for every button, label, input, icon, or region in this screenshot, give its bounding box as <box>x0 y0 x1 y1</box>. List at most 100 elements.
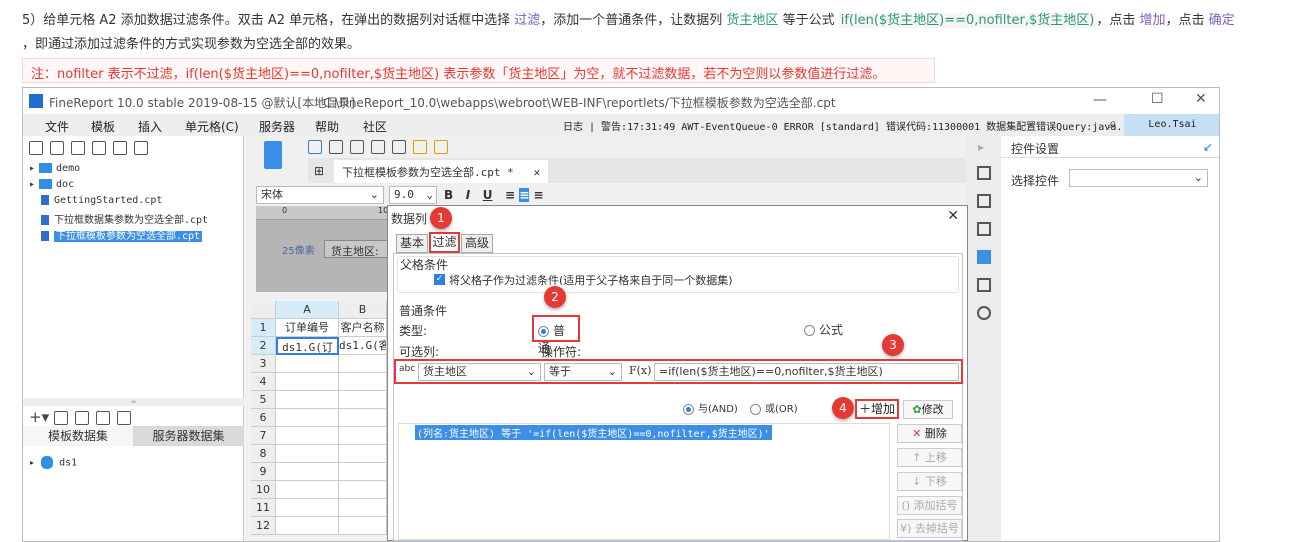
grid-cell[interactable] <box>339 463 387 481</box>
grid-cell[interactable] <box>276 481 339 499</box>
condition-item[interactable]: (列名:货主地区) 等于 '=if(len($货主地区)==0,nofilter… <box>415 425 772 440</box>
cut-icon[interactable] <box>371 139 385 154</box>
column-header[interactable]: B <box>339 301 387 319</box>
refresh-icon[interactable] <box>50 140 64 155</box>
grid-cell[interactable] <box>276 463 339 481</box>
format-painter-icon[interactable] <box>434 139 448 154</box>
dialog-close-button[interactable]: ✕ <box>947 208 959 224</box>
delete-button[interactable]: ✕ 删除 <box>897 424 962 443</box>
copy-icon[interactable] <box>134 140 148 155</box>
grid-cell[interactable] <box>339 391 387 409</box>
row-header[interactable]: 4 <box>251 373 276 391</box>
grid-cell[interactable] <box>339 427 387 445</box>
grid-cell[interactable] <box>339 409 387 427</box>
condition-attr-icon[interactable] <box>977 278 991 292</box>
show-icon[interactable] <box>71 140 85 155</box>
param-label-widget[interactable]: 货主地区: <box>324 240 396 258</box>
tab-advanced[interactable]: 高级 <box>461 234 493 253</box>
menu-file[interactable]: 文件 <box>45 118 69 135</box>
grid-cell[interactable] <box>276 391 339 409</box>
hyperlink-icon[interactable] <box>977 306 991 320</box>
type-common-radio[interactable]: 普通 <box>532 315 580 355</box>
row-header[interactable]: 3 <box>251 355 276 373</box>
grid-cell[interactable] <box>339 499 387 517</box>
tab-filter[interactable]: 过滤 <box>429 232 460 253</box>
operator-select[interactable]: 等于 ⌄ <box>544 363 622 381</box>
template-tab[interactable]: 下拉框模板参数为空选全部.cpt * ✕ <box>334 160 549 183</box>
font-family-select[interactable]: 宋体 ⌄ <box>256 186 384 204</box>
move-down-button[interactable]: ↓ 下移 <box>897 472 962 491</box>
tree-item-demo[interactable]: ▸ demo <box>29 163 80 174</box>
column-select[interactable]: 货主地区 ⌄ <box>418 363 541 381</box>
add-bracket-button[interactable]: () 添加括号 <box>897 496 962 515</box>
tab-basic[interactable]: 基本 <box>396 234 428 253</box>
formula-icon[interactable]: F(x) <box>629 364 651 377</box>
row-header[interactable]: 7 <box>251 427 276 445</box>
grid-cell[interactable] <box>276 445 339 463</box>
report-type-icon[interactable] <box>264 141 282 169</box>
grid-cell[interactable] <box>339 355 387 373</box>
bold-icon[interactable]: B <box>444 188 453 202</box>
grid-cell[interactable]: 订单编号 <box>276 319 339 337</box>
row-header[interactable]: 10 <box>251 481 276 499</box>
font-size-select[interactable]: 9.0 ⌄ <box>389 186 437 204</box>
grid-cell[interactable]: ds1.G(客 <box>339 337 387 355</box>
row-header[interactable]: 8 <box>251 445 276 463</box>
save-icon[interactable] <box>308 139 322 154</box>
parameter-design-area[interactable]: 0 100 25像素 货主地区: <box>256 206 396 292</box>
tree-item-dataset-template[interactable]: 下拉框数据集参数为空选全部.cpt <box>39 211 208 226</box>
close-button[interactable]: ✕ <box>1195 91 1207 107</box>
menu-template[interactable]: 模板 <box>91 118 115 135</box>
tree-item-getting-started[interactable]: GettingStarted.cpt <box>39 195 162 206</box>
add-button[interactable]: ＋增加 <box>855 399 899 419</box>
grid-cell[interactable]: 客户名称 <box>339 319 387 337</box>
menu-help[interactable]: 帮助 <box>315 118 339 135</box>
add-dataset-icon[interactable]: +▾ <box>29 408 49 426</box>
formula-input[interactable]: =if(len($货主地区)==0,nofilter,$货主地区) <box>654 363 959 381</box>
new-folder-icon[interactable] <box>29 140 43 155</box>
tab-template-datasets[interactable]: 模板数据集 <box>23 426 133 446</box>
grid-cell[interactable] <box>339 373 387 391</box>
row-header[interactable]: 1 <box>251 319 276 337</box>
tree-item-doc[interactable]: ▸ doc <box>29 179 74 190</box>
column-header[interactable]: A <box>276 301 339 319</box>
select-widget-dropdown[interactable]: ⌄ <box>1069 169 1208 187</box>
copy-icon[interactable] <box>392 139 406 154</box>
dataset-item-ds1[interactable]: ▸ ds1 <box>29 456 77 469</box>
lock-icon[interactable] <box>92 140 106 155</box>
tree-item-selected-template[interactable]: 下拉框模板参数为空选全部.cpt <box>39 227 203 242</box>
remove-bracket-button[interactable]: ¥) 去掉括号 <box>897 519 962 538</box>
search-icon[interactable]: ⌕ <box>1109 116 1117 132</box>
grid-cell[interactable] <box>276 355 339 373</box>
grid-cell[interactable] <box>276 499 339 517</box>
row-header[interactable]: 2 <box>251 337 276 355</box>
select-all-corner[interactable] <box>251 301 276 319</box>
move-up-button[interactable]: ↑ 上移 <box>897 448 962 467</box>
cell-element-icon[interactable] <box>977 194 991 208</box>
menu-cell[interactable]: 单元格(C) <box>185 118 239 135</box>
user-account[interactable]: Leo.Tsai <box>1124 114 1219 136</box>
widget-settings-icon[interactable] <box>977 250 991 264</box>
maximize-button[interactable]: ☐ <box>1151 91 1164 107</box>
panel-splitter[interactable]: ═ <box>23 398 244 406</box>
column-type-icon[interactable]: abc <box>399 364 415 374</box>
grid-cell[interactable] <box>339 481 387 499</box>
underline-icon[interactable]: U <box>483 188 493 202</box>
paste-icon[interactable] <box>413 139 427 154</box>
row-header[interactable]: 9 <box>251 463 276 481</box>
align-left-icon[interactable]: ≡ <box>505 188 515 202</box>
align-right-icon[interactable]: ≡ <box>534 188 544 202</box>
expand-icon[interactable]: ▸ <box>978 140 984 154</box>
and-radio[interactable]: 与(AND) <box>683 400 738 415</box>
grid-cell[interactable] <box>276 409 339 427</box>
menu-server[interactable]: 服务器 <box>259 118 295 135</box>
row-header[interactable]: 6 <box>251 409 276 427</box>
row-header[interactable]: 5 <box>251 391 276 409</box>
close-tab-icon[interactable]: ✕ <box>534 166 541 179</box>
grid-cell[interactable] <box>339 445 387 463</box>
collapse-arrow-icon[interactable]: ↙ <box>1203 140 1213 154</box>
preview-icon[interactable] <box>95 410 110 425</box>
italic-icon[interactable]: I <box>466 188 470 202</box>
edit-icon[interactable] <box>53 410 68 425</box>
or-radio[interactable]: 或(OR) <box>750 400 798 415</box>
